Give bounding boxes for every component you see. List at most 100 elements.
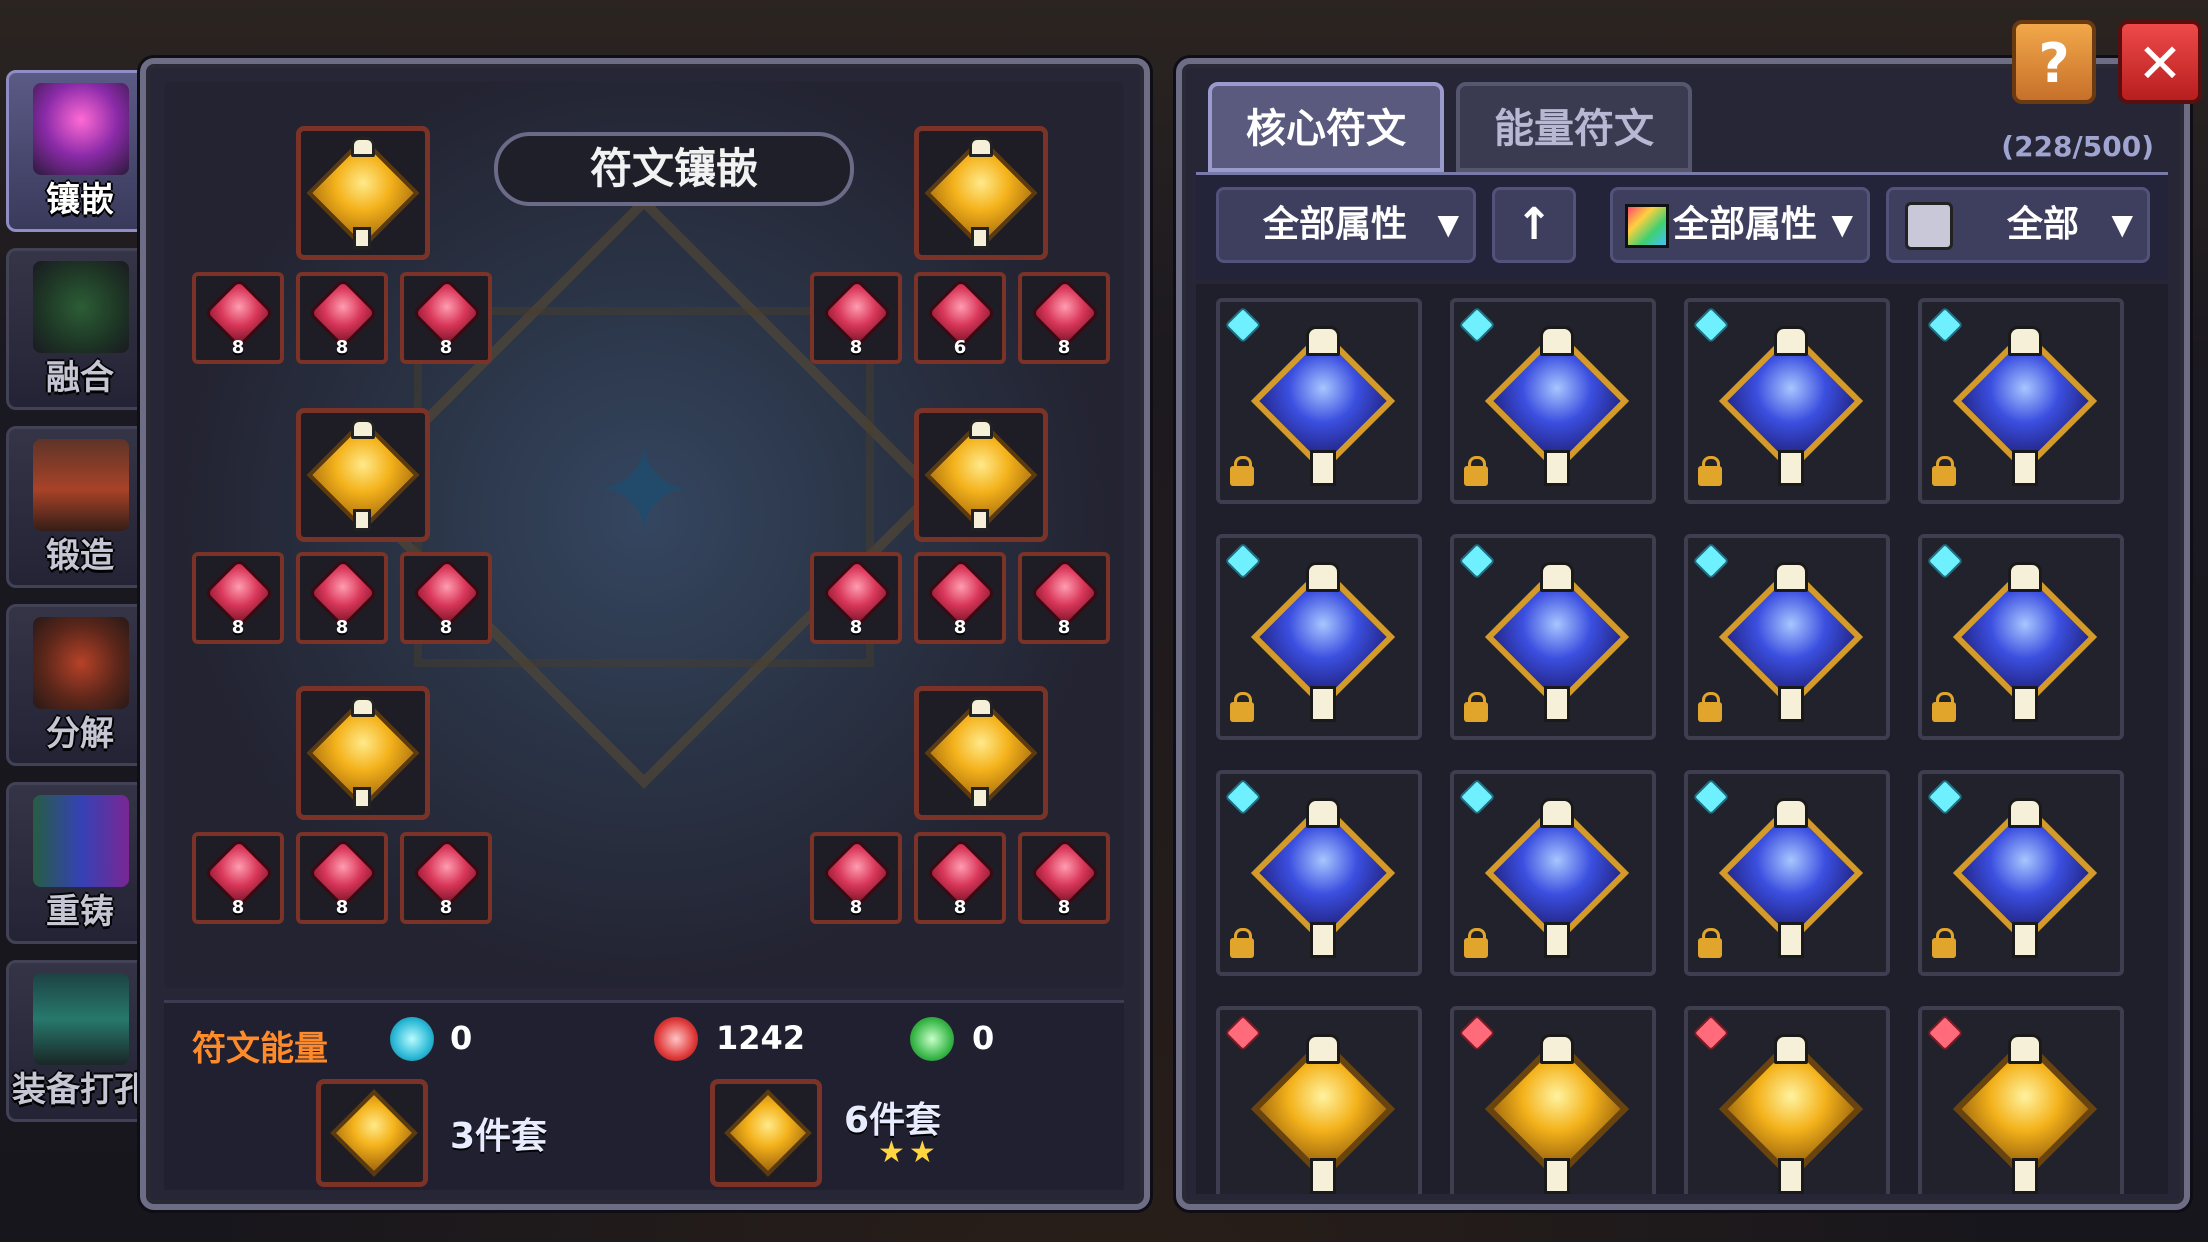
rune-grid-item[interactable] — [1450, 298, 1656, 504]
cyan-attribute-icon — [1926, 306, 1964, 344]
rune-grid-item[interactable] — [1684, 298, 1890, 504]
lock-icon — [1932, 692, 1956, 722]
rune-level: 8 — [1057, 337, 1071, 358]
rune-grid-item[interactable] — [1684, 534, 1890, 740]
energy-rune-slot[interactable]: 8 — [1018, 272, 1110, 364]
rune-grid-item[interactable] — [1450, 1006, 1656, 1194]
energy-rune-slot[interactable]: 8 — [810, 552, 902, 644]
type-filter-dropdown[interactable]: 全部 ▼ — [1886, 187, 2150, 263]
sidebar-item-socket[interactable]: 装备打孔 — [6, 960, 154, 1122]
rune-grid-item[interactable] — [1918, 534, 2124, 740]
close-button[interactable]: ✕ — [2118, 20, 2202, 104]
cyan-attribute-icon — [1458, 778, 1496, 816]
energy-rune-slot[interactable]: 8 — [1018, 552, 1110, 644]
core-rune-slot[interactable] — [914, 126, 1048, 260]
set-bonus-slot-3[interactable] — [316, 1079, 428, 1187]
sidebar-item-decompose[interactable]: 分解 — [6, 604, 154, 766]
red-attribute-icon — [1458, 1014, 1496, 1052]
rune-grid-item[interactable] — [1918, 298, 2124, 504]
cyan-attribute-icon — [1692, 542, 1730, 580]
set-rune-icon — [724, 1089, 812, 1177]
rune-level: 8 — [231, 617, 245, 638]
rune-grid-item[interactable] — [1684, 770, 1890, 976]
rune-grid-item[interactable] — [1450, 770, 1656, 976]
set-rune-icon — [330, 1089, 418, 1177]
cyan-energy-value: 0 — [450, 1019, 473, 1057]
core-rune-slot[interactable] — [296, 408, 430, 542]
lock-icon — [1698, 928, 1722, 958]
energy-label: 符文能量 — [192, 1029, 328, 1069]
sidebar-item-forge[interactable]: 锻造 — [6, 426, 154, 588]
rune-level: 8 — [335, 337, 349, 358]
help-button[interactable]: ? — [2012, 20, 2096, 104]
energy-rune-slot[interactable]: 8 — [810, 272, 902, 364]
energy-rune-slot[interactable]: 8 — [192, 832, 284, 924]
core-rune-slot[interactable] — [914, 408, 1048, 542]
energy-rune-slot[interactable]: 6 — [914, 272, 1006, 364]
rune-grid-item[interactable] — [1216, 770, 1422, 976]
rune-level: 8 — [439, 337, 453, 358]
rune-grid-item[interactable] — [1450, 534, 1656, 740]
energy-rune-slot[interactable]: 8 — [810, 832, 902, 924]
sort-order-button[interactable]: ↑ — [1492, 187, 1576, 263]
rune-grid-item[interactable] — [1918, 1006, 2124, 1194]
tab-energy-runes[interactable]: 能量符文 — [1456, 82, 1692, 172]
star-rating: ★★ — [878, 1135, 940, 1170]
rune-grid-item[interactable] — [1216, 298, 1422, 504]
sidebar-item-label: 镶嵌 — [46, 180, 114, 220]
lock-icon — [1464, 692, 1488, 722]
energy-rune-slot[interactable]: 8 — [192, 272, 284, 364]
energy-rune-slot[interactable]: 8 — [296, 552, 388, 644]
sidebar-item-recast[interactable]: 重铸 — [6, 782, 154, 944]
tab-core-runes[interactable]: 核心符文 — [1208, 82, 1444, 172]
core-rune-slot[interactable] — [914, 686, 1048, 820]
energy-rune-slot[interactable]: 8 — [192, 552, 284, 644]
rune-level: 6 — [953, 337, 967, 358]
green-energy-icon — [910, 1017, 954, 1061]
rune-level: 8 — [231, 337, 245, 358]
cyan-attribute-icon — [1926, 542, 1964, 580]
attribute-filter-dropdown[interactable]: 全部属性 ▼ — [1216, 187, 1476, 263]
cyan-attribute-icon — [1458, 306, 1496, 344]
energy-rune-slot[interactable]: 8 — [400, 272, 492, 364]
rune-energy-bar: 符文能量 0 1242 0 3件套 6件套 ★★ — [164, 1000, 1124, 1190]
page-title: 符文镶嵌 — [494, 132, 854, 206]
recast-icon — [33, 795, 129, 887]
sidebar-item-fusion[interactable]: 融合 — [6, 248, 154, 410]
sidebar-item-inlay[interactable]: 镶嵌 — [6, 70, 154, 232]
rune-level: 8 — [439, 617, 453, 638]
color-swatch-icon — [1625, 204, 1669, 248]
energy-rune-slot[interactable]: 8 — [296, 832, 388, 924]
cyan-attribute-icon — [1224, 306, 1262, 344]
energy-rune-slot[interactable]: 8 — [914, 552, 1006, 644]
lock-icon — [1464, 928, 1488, 958]
rune-grid-item[interactable] — [1216, 1006, 1422, 1194]
fusion-icon — [33, 261, 129, 353]
set-bonus-slot-6[interactable] — [710, 1079, 822, 1187]
energy-rune-slot[interactable]: 8 — [400, 832, 492, 924]
rune-level: 8 — [849, 337, 863, 358]
rune-grid-item[interactable] — [1918, 770, 2124, 976]
rune-level: 8 — [439, 897, 453, 918]
energy-rune-slot[interactable]: 8 — [296, 272, 388, 364]
rune-grid-item[interactable] — [1684, 1006, 1890, 1194]
rune-level: 8 — [953, 897, 967, 918]
rune-grid-item[interactable] — [1216, 534, 1422, 740]
core-rune-slot[interactable] — [296, 686, 430, 820]
rune-level: 8 — [231, 897, 245, 918]
lock-icon — [1932, 928, 1956, 958]
cyan-attribute-icon — [1692, 778, 1730, 816]
rune-count: (228/500) — [2001, 130, 2154, 163]
core-rune-slot[interactable] — [296, 126, 430, 260]
rune-level: 8 — [849, 897, 863, 918]
sidebar-item-label: 融合 — [46, 358, 114, 398]
energy-rune-slot[interactable]: 8 — [1018, 832, 1110, 924]
rune-inventory-panel: 核心符文 能量符文 (228/500) 全部属性 ▼ ↑ 全部属性 ▼ 全部 ▼ — [1176, 58, 2190, 1210]
energy-rune-slot[interactable]: 8 — [914, 832, 1006, 924]
chevron-down-icon: ▼ — [1831, 208, 1853, 241]
energy-rune-slot[interactable]: 8 — [400, 552, 492, 644]
type-filter-label: 全部 — [2007, 204, 2080, 245]
sidebar-item-label: 重铸 — [46, 892, 114, 932]
color-filter-dropdown[interactable]: 全部属性 ▼ — [1610, 187, 1870, 263]
sidebar-item-label: 分解 — [46, 714, 114, 754]
